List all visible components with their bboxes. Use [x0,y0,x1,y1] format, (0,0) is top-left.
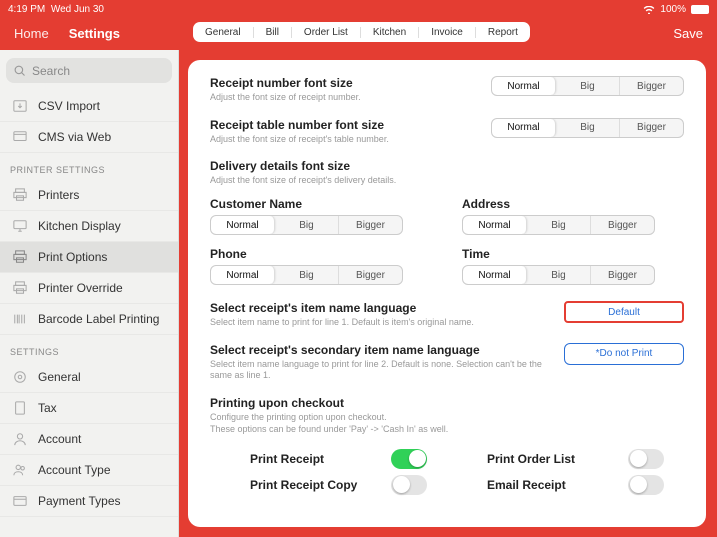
sidebar-head-printer: PRINTER SETTINGS [0,153,178,180]
tab-report[interactable]: Report [476,27,530,38]
tab-bar: General Bill Order List Kitchen Invoice … [193,22,530,42]
tab-bill[interactable]: Bill [254,27,292,38]
sidebar-printers[interactable]: Printers [0,180,178,211]
printer-icon [12,188,28,202]
search-input[interactable]: Search [6,58,172,83]
status-date: Wed Jun 30 [51,4,104,15]
users-icon [12,463,28,477]
user-icon [12,432,28,446]
sidebar-payment-types[interactable]: Payment Types [0,486,178,517]
toggle-print-order-list[interactable] [628,449,664,469]
row-receipt-number-title: Receipt number font size [210,76,473,90]
row-delivery-title: Delivery details font size [210,159,684,173]
sidebar-printer-override[interactable]: Printer Override [0,273,178,304]
sidebar-barcode[interactable]: Barcode Label Printing [0,304,178,335]
sidebar-tax[interactable]: Tax [0,393,178,424]
tab-invoice[interactable]: Invoice [419,27,476,38]
label-phone: Phone [210,247,432,261]
sidebar-csv-import[interactable]: CSV Import [0,91,178,122]
nav-home[interactable]: Home [14,26,49,41]
tab-kitchen[interactable]: Kitchen [361,27,419,38]
toggle-print-receipt-label: Print Receipt [250,452,324,466]
lang2-button[interactable]: *Do not Print [564,343,684,365]
sidebar-cms-web[interactable]: CMS via Web [0,122,178,153]
display-icon [12,219,28,233]
status-time: 4:19 PM [8,4,45,15]
header: Home Settings General Bill Order List Ki… [0,17,717,50]
battery-pct: 100% [660,4,686,15]
seg-phone[interactable]: NormalBigBigger [210,265,403,285]
barcode-icon [12,312,28,326]
seg-table-number[interactable]: NormalBigBigger [491,118,684,138]
sidebar-head-settings: SETTINGS [0,335,178,362]
toggle-print-receipt-copy-label: Print Receipt Copy [250,478,357,492]
card-icon [12,494,28,508]
import-icon [12,99,28,113]
wifi-icon [643,6,655,14]
tab-order-list[interactable]: Order List [292,27,361,38]
sidebar-account[interactable]: Account [0,424,178,455]
document-icon [12,401,28,415]
search-icon [14,65,26,77]
label-customer: Customer Name [210,197,432,211]
gear-icon [12,370,28,384]
sidebar-print-options[interactable]: Print Options [0,242,178,273]
toggle-print-receipt-copy[interactable] [391,475,427,495]
label-address: Address [462,197,684,211]
sidebar-account-type[interactable]: Account Type [0,455,178,486]
lang1-button[interactable]: Default [564,301,684,323]
seg-time[interactable]: NormalBigBigger [462,265,655,285]
row-checkout-title: Printing upon checkout [210,396,684,410]
sidebar-kitchen-display[interactable]: Kitchen Display [0,211,178,242]
row-table-number-title: Receipt table number font size [210,118,473,132]
tab-general[interactable]: General [193,27,254,38]
row-lang1-title: Select receipt's item name language [210,301,546,315]
printer-icon [12,250,28,264]
nav-settings[interactable]: Settings [69,26,120,41]
printer-icon [12,281,28,295]
toggle-print-order-list-label: Print Order List [487,452,575,466]
web-icon [12,130,28,144]
seg-address[interactable]: NormalBigBigger [462,215,655,235]
toggle-email-receipt-label: Email Receipt [487,478,566,492]
toggle-print-receipt[interactable] [391,449,427,469]
label-time: Time [462,247,684,261]
battery-icon [691,5,709,14]
row-lang2-title: Select receipt's secondary item name lan… [210,343,546,357]
settings-card: Receipt number font sizeAdjust the font … [188,60,706,527]
seg-receipt-number[interactable]: NormalBigBigger [491,76,684,96]
sidebar: Search CSV Import CMS via Web PRINTER SE… [0,50,179,537]
save-button[interactable]: Save [673,26,703,41]
toggle-email-receipt[interactable] [628,475,664,495]
sidebar-general[interactable]: General [0,362,178,393]
status-bar: 4:19 PM Wed Jun 30 100% [0,0,717,17]
seg-customer[interactable]: NormalBigBigger [210,215,403,235]
